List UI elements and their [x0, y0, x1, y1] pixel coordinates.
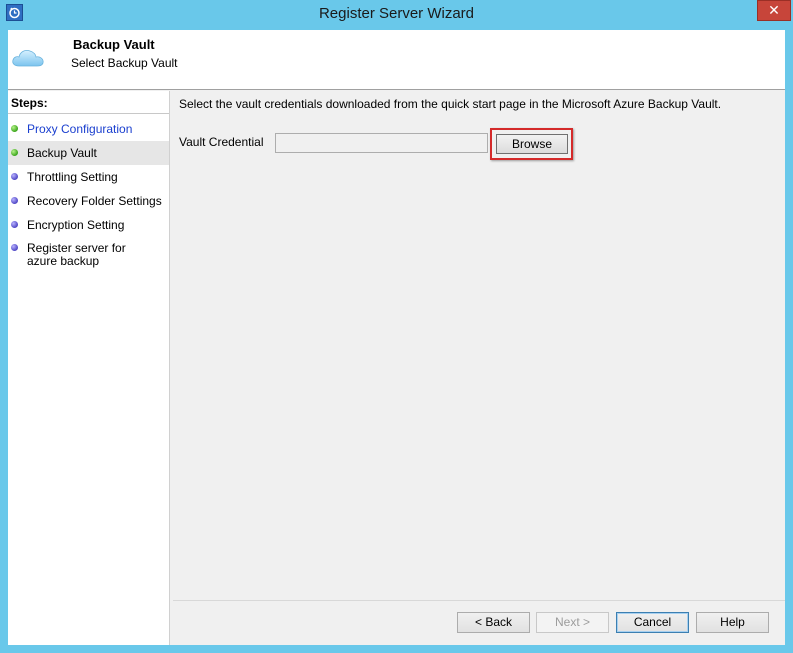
step-recovery-folder-settings: Recovery Folder Settings — [8, 194, 169, 210]
steps-panel: Steps: Proxy Configuration Backup Vault … — [8, 91, 170, 645]
instruction-text: Select the vault credentials downloaded … — [179, 97, 722, 111]
vault-credential-input[interactable] — [275, 133, 488, 153]
step-throttling-setting: Throttling Setting — [8, 170, 169, 186]
browse-button[interactable]: Browse — [496, 134, 568, 154]
help-button[interactable]: Help — [696, 612, 769, 633]
wizard-header: Backup Vault Select Backup Vault — [8, 30, 785, 90]
vault-credential-label: Vault Credential — [179, 135, 264, 149]
step-register-server: Register server for azure backup — [8, 241, 169, 271]
step-current-icon — [11, 149, 18, 156]
main-content: Select the vault credentials downloaded … — [173, 91, 785, 601]
step-label: Backup Vault — [27, 146, 97, 160]
step-pending-icon — [11, 221, 18, 228]
close-icon: ✕ — [768, 2, 780, 18]
back-button[interactable]: < Back — [457, 612, 530, 633]
step-label: Throttling Setting — [27, 170, 118, 184]
close-button[interactable]: ✕ — [757, 0, 791, 21]
next-button[interactable]: Next > — [536, 612, 609, 633]
step-label: Proxy Configuration — [27, 122, 133, 136]
footer-divider — [173, 600, 785, 601]
wizard-client-area: Backup Vault Select Backup Vault Steps: … — [8, 30, 785, 645]
step-encryption-setting: Encryption Setting — [8, 218, 169, 234]
step-pending-icon — [11, 173, 18, 180]
steps-divider — [8, 113, 169, 114]
page-subtitle: Select Backup Vault — [71, 56, 178, 70]
step-pending-icon — [11, 244, 18, 251]
step-label: Recovery Folder Settings — [27, 194, 162, 208]
step-proxy-configuration[interactable]: Proxy Configuration — [8, 122, 169, 138]
cancel-button[interactable]: Cancel — [616, 612, 689, 633]
step-backup-vault[interactable]: Backup Vault — [8, 141, 169, 165]
steps-heading: Steps: — [11, 96, 48, 110]
step-pending-icon — [11, 197, 18, 204]
title-bar: Register Server Wizard ✕ — [0, 0, 793, 29]
step-label: Register server for azure backup — [27, 241, 126, 268]
window-title: Register Server Wizard — [318, 5, 475, 22]
cloud-icon — [12, 49, 44, 67]
step-completed-icon — [11, 125, 18, 132]
wizard-window: Register Server Wizard ✕ Backup Vault Se… — [0, 0, 793, 653]
page-title: Backup Vault — [73, 37, 155, 52]
step-label: Encryption Setting — [27, 218, 125, 232]
